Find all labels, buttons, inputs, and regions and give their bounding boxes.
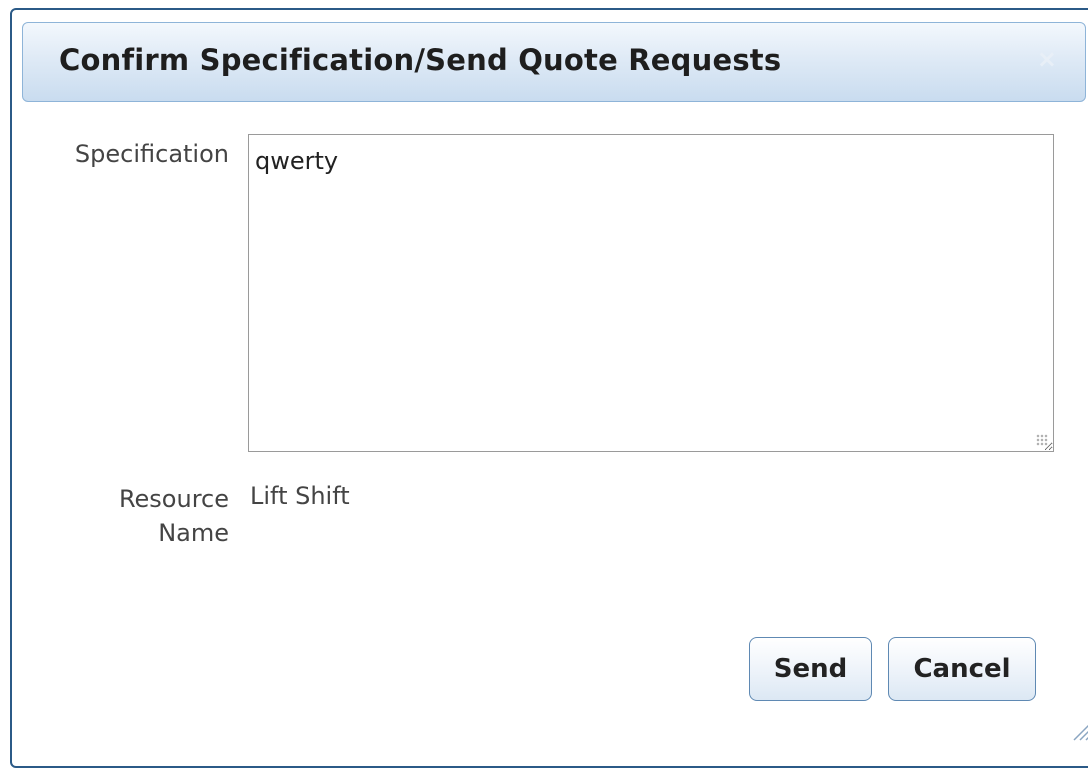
resource-name-value: Lift Shift (250, 482, 350, 510)
textarea-resize-grip-icon[interactable] (1036, 434, 1048, 446)
dialog-titlebar[interactable]: Confirm Specification/Send Quote Request… (22, 22, 1086, 102)
close-icon[interactable]: × (1037, 45, 1057, 73)
quote-request-dialog: Confirm Specification/Send Quote Request… (10, 8, 1088, 768)
specification-label: Specification (74, 140, 229, 168)
resource-name-label: Resource Name (118, 485, 229, 547)
send-button[interactable]: Send (749, 637, 872, 701)
dialog-title: Confirm Specification/Send Quote Request… (59, 43, 782, 77)
cancel-button[interactable]: Cancel (888, 637, 1036, 701)
specification-textarea[interactable]: qwerty (248, 134, 1054, 452)
dialog-resize-grip-icon[interactable] (1068, 718, 1088, 742)
